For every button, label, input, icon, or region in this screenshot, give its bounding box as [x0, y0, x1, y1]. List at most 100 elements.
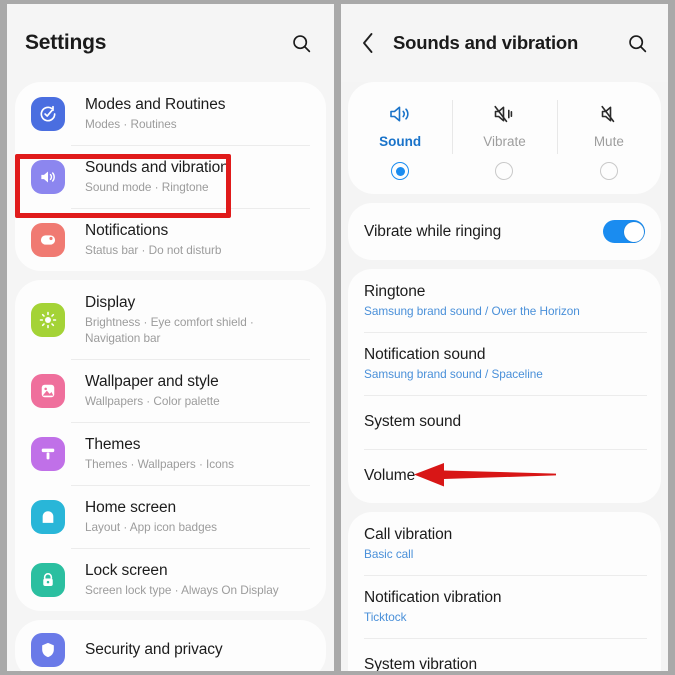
list-item-system-vibration[interactable]: System vibration [348, 638, 661, 671]
row-subtitle: Layout · App icon badges [85, 520, 217, 534]
sidebar-item-home-screen[interactable]: Home screen Layout · App icon badges [15, 485, 326, 548]
row-title: Wallpaper and style [85, 373, 219, 390]
list-item-notification-vibration[interactable]: Notification vibration Ticktock [348, 575, 661, 638]
row-subtitle: Ticktock [364, 610, 407, 624]
list-item-ringtone[interactable]: Ringtone Samsung brand sound / Over the … [348, 269, 661, 332]
speaker-on-icon [387, 100, 413, 128]
vibrate-while-ringing-toggle[interactable] [603, 220, 645, 243]
sidebar-item-notifications[interactable]: Notifications Status bar · Do not distur… [15, 208, 326, 271]
row-text: Notification vibration Ticktock [364, 588, 501, 625]
settings-group-1: Modes and Routines Modes · Routines Soun… [15, 82, 326, 271]
row-subtitle: Sound mode · Ringtone [85, 180, 209, 194]
vibrate-while-ringing-card: Vibrate while ringing [348, 203, 661, 260]
list-item-notification-sound[interactable]: Notification sound Samsung brand sound /… [348, 332, 661, 395]
wallpaper-icon [31, 373, 65, 408]
toggle-knob [623, 221, 644, 242]
sidebar-item-modes-and-routines[interactable]: Modes and Routines Modes · Routines [15, 82, 326, 145]
sidebar-item-display[interactable]: Display Brightness · Eye comfort shield … [15, 280, 326, 359]
row-title-wrap: System vibration [364, 655, 477, 671]
sound-mode-option-mute[interactable]: Mute [556, 98, 661, 180]
sidebar-item-themes[interactable]: Themes Themes · Wallpapers · Icons [15, 422, 326, 485]
sound-mode-options: Sound Vibrate Mute [348, 98, 661, 180]
row-text: Wallpaper and style Wallpapers · Color p… [85, 372, 220, 409]
list-item-system-sound[interactable]: System sound [348, 395, 661, 449]
sound-icon [31, 159, 65, 194]
settings-screen: Settings Modes and Routines Modes · Rout… [7, 4, 334, 671]
vibrate-while-ringing-row[interactable]: Vibrate while ringing [348, 203, 661, 260]
row-subtitle: Basic call [364, 547, 414, 561]
row-title: Display [85, 294, 136, 311]
row-title: Notification sound [364, 346, 486, 363]
settings-group-3: Security and privacy [15, 620, 326, 671]
row-subtitle: Themes · Wallpapers · Icons [85, 457, 234, 471]
row-title: Notification vibration [364, 589, 502, 606]
list-item-volume[interactable]: Volume [348, 449, 661, 503]
row-subtitle: Modes · Routines [85, 117, 177, 131]
row-subtitle: Brightness · Eye comfort shield · Naviga… [85, 315, 254, 345]
sidebar-item-security-and-privacy[interactable]: Security and privacy [15, 620, 326, 671]
row-title: Lock screen [85, 562, 168, 579]
back-chevron-icon[interactable] [357, 30, 379, 56]
row-subtitle: Samsung brand sound / Over the Horizon [364, 304, 580, 318]
sound-mode-option-vibrate[interactable]: Vibrate [452, 98, 556, 180]
row-title: Modes and Routines [85, 96, 226, 113]
themes-icon [31, 436, 65, 471]
sidebar-item-wallpaper-and-style[interactable]: Wallpaper and style Wallpapers · Color p… [15, 359, 326, 422]
row-title: Ringtone [364, 283, 426, 300]
row-title: Sounds and vibration [85, 159, 229, 176]
list-item-call-vibration[interactable]: Call vibration Basic call [348, 512, 661, 575]
row-title: Home screen [85, 499, 177, 516]
row-subtitle: Samsung brand sound / Spaceline [364, 367, 543, 381]
sounds-and-vibration-screen: Sounds and vibration Sound Vibrate Mute … [341, 4, 668, 671]
sound-mode-radio-sound[interactable] [391, 162, 410, 180]
row-title: System vibration [364, 656, 477, 671]
page-title: Settings [25, 31, 107, 54]
row-text: Modes and Routines Modes · Routines [85, 95, 225, 132]
sound-mode-label: Mute [593, 134, 624, 149]
row-text: Notification sound Samsung brand sound /… [364, 345, 543, 382]
row-title: Themes [85, 436, 141, 453]
row-title: Notifications [85, 222, 169, 239]
row-text: Themes Themes · Wallpapers · Icons [85, 435, 234, 472]
row-subtitle: Status bar · Do not disturb [85, 243, 222, 257]
settings-group-2: Display Brightness · Eye comfort shield … [15, 280, 326, 611]
sound-mode-label: Sound [379, 134, 422, 149]
row-text: Ringtone Samsung brand sound / Over the … [364, 282, 580, 319]
sound-mode-label: Vibrate [483, 134, 526, 149]
row-title: Volume [364, 467, 416, 484]
sound-mode-radio-mute[interactable] [599, 162, 618, 180]
row-text: Volume [364, 466, 415, 486]
row-text: Security and privacy [85, 640, 223, 660]
row-text: Display Brightness · Eye comfort shield … [85, 293, 308, 346]
home-icon [31, 499, 65, 534]
row-subtitle: Screen lock type · Always On Display [85, 583, 279, 597]
mute-icon [596, 100, 622, 128]
lock-icon [31, 562, 65, 597]
settings-header: Settings [7, 4, 334, 82]
row-title: Vibrate while ringing [364, 222, 502, 240]
row-title: Security and privacy [85, 641, 223, 658]
sidebar-item-lock-screen[interactable]: Lock screen Screen lock type · Always On… [15, 548, 326, 611]
sound-mode-option-sound[interactable]: Sound [348, 98, 452, 180]
sidebar-item-sounds-and-vibration[interactable]: Sounds and vibration Sound mode · Ringto… [15, 145, 326, 208]
sound-mode-selector: Sound Vibrate Mute [348, 82, 661, 194]
row-text: Notifications Status bar · Do not distur… [85, 221, 221, 258]
search-icon[interactable] [286, 28, 316, 58]
security-icon [31, 633, 65, 667]
page-title: Sounds and vibration [393, 32, 579, 53]
sounds-group: Ringtone Samsung brand sound / Over the … [348, 269, 661, 503]
row-subtitle: Wallpapers · Color palette [85, 394, 220, 408]
search-icon[interactable] [622, 28, 652, 58]
row-text: Lock screen Screen lock type · Always On… [85, 561, 279, 598]
vibration-group: Call vibration Basic call Notification v… [348, 512, 661, 671]
screenshot-stage: Settings Modes and Routines Modes · Rout… [0, 0, 675, 675]
modes-routines-icon [31, 96, 65, 131]
sounds-header: Sounds and vibration [341, 4, 668, 82]
row-title: Call vibration [364, 526, 453, 543]
row-title: System sound [364, 413, 462, 430]
vibrate-icon [491, 100, 517, 128]
row-text: Home screen Layout · App icon badges [85, 498, 217, 535]
sound-mode-radio-vibrate[interactable] [495, 162, 514, 180]
row-text: System sound [364, 412, 461, 432]
brightness-icon [31, 302, 65, 337]
